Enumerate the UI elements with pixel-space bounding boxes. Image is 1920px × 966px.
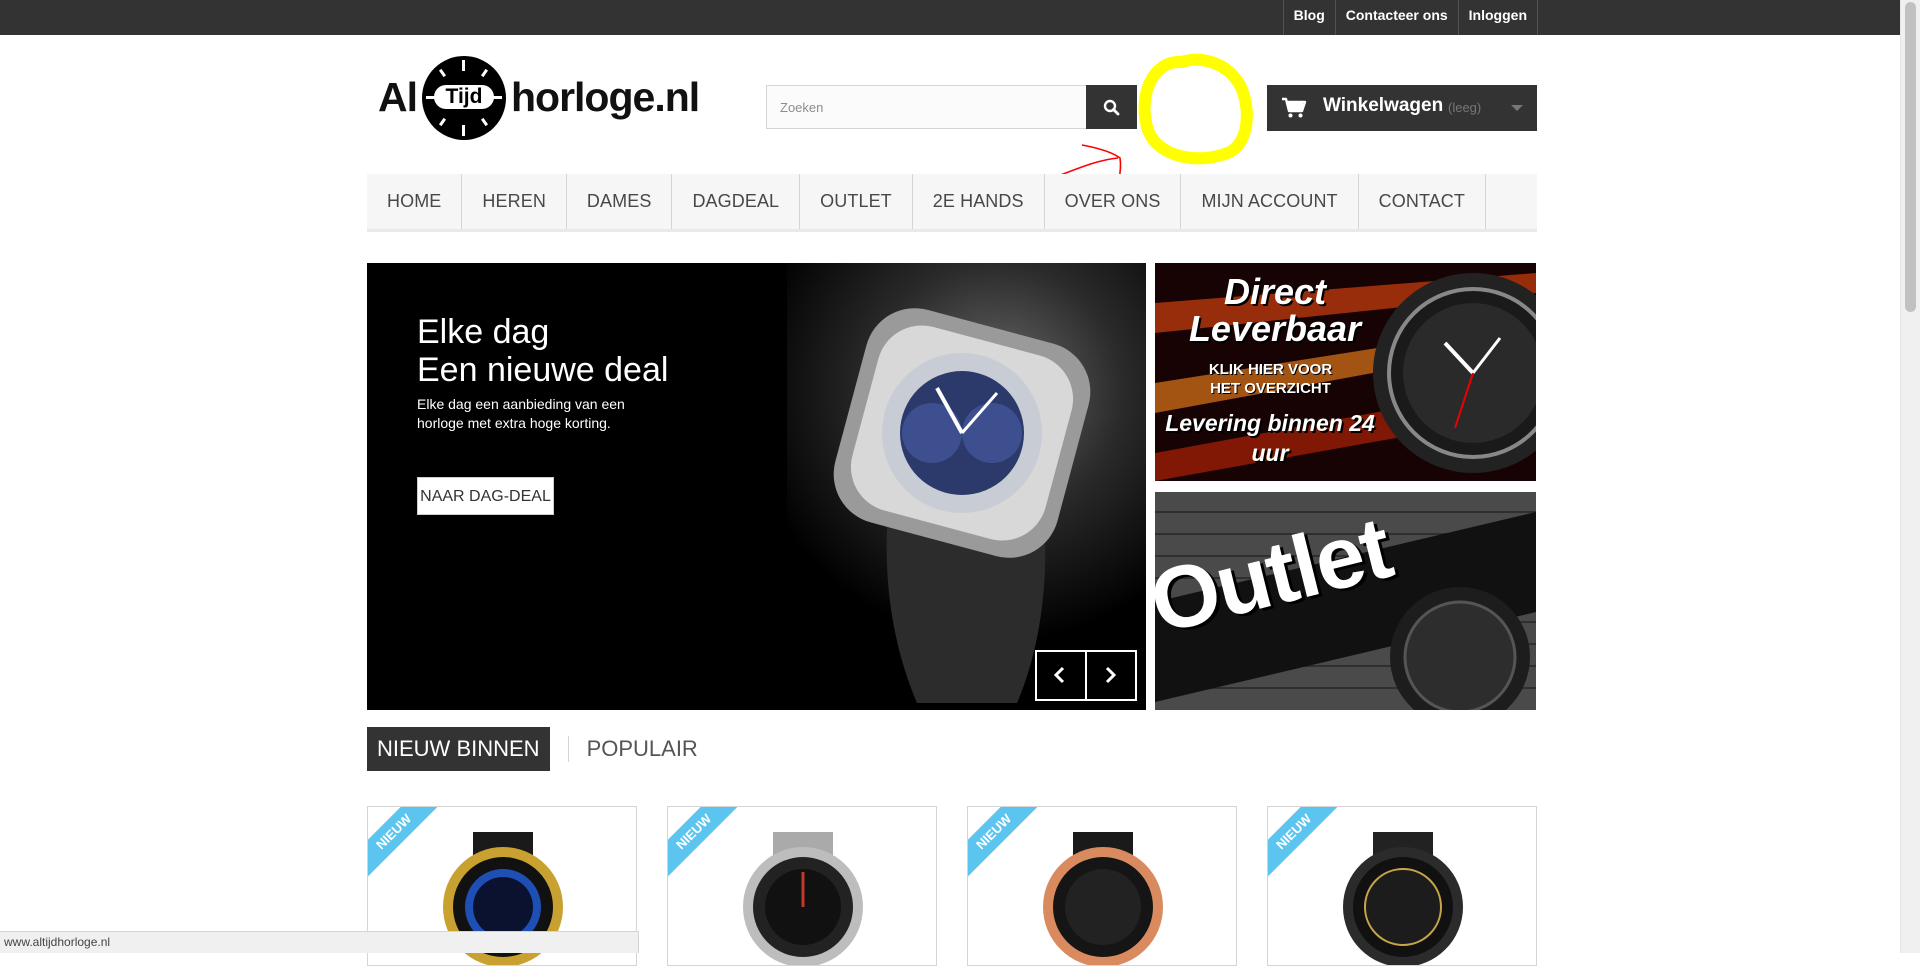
chevron-down-icon [1511,105,1523,111]
product-image [1043,832,1163,965]
slide-title-line2: Een nieuwe deal [417,351,669,389]
vertical-scrollbar[interactable] [1900,0,1920,953]
search-box [766,85,1093,129]
banner-direct-subtitle: KLIK HIER VOOR HET OVERZICHT [1208,361,1333,397]
product-card[interactable]: NIEUW [1267,806,1537,966]
new-badge: NIEUW [968,807,1040,879]
browser-status-bar: www.altijdhorloge.nl [0,931,639,953]
login-link[interactable]: Inloggen [1457,0,1538,35]
site-logo[interactable]: Al Tijd horloge.nl [378,54,708,144]
nav-item-mijn-account[interactable]: MIJN ACCOUNT [1181,174,1359,229]
logo-clock-label: Tijd [434,85,494,109]
product-card[interactable]: NIEUW [967,806,1237,966]
cart-status: (leeg) [1448,100,1482,115]
logo-text-part1: Al [378,74,418,120]
slide-title: Elke dag Een nieuwe deal [417,313,668,389]
cart-icon [1282,97,1307,118]
hero-slider[interactable]: Elke dag Een nieuwe deal Elke dag een aa… [367,263,1146,710]
main-nav: HOME HEREN DAMES DAGDEAL OUTLET 2E HANDS… [367,174,1537,232]
tab-nieuw-binnen[interactable]: NIEUW BINNEN [367,727,550,771]
slider-next-button[interactable] [1087,652,1135,699]
outlet-banner[interactable]: Outlet [1155,492,1536,710]
cart-button[interactable]: Winkelwagen (leeg) [1267,85,1537,131]
nav-item-over-ons[interactable]: OVER ONS [1045,174,1182,229]
nav-item-dames[interactable]: DAMES [567,174,673,229]
product-image [743,832,863,965]
product-card[interactable]: NIEUW [667,806,937,966]
top-links: Blog Contacteer ons Inloggen [1282,0,1538,35]
search-icon [1103,99,1120,116]
watch-image [833,308,1091,703]
banner-direct-delivery: Levering binnen 24 uur [1165,410,1375,466]
logo-text-part2: horloge.nl [511,74,700,120]
nav-item-2e-hands[interactable]: 2E HANDS [913,174,1045,229]
nav-item-outlet[interactable]: OUTLET [800,174,913,229]
new-badge: NIEUW [1268,807,1340,879]
cart-label: Winkelwagen [1323,95,1444,116]
product-image [1343,832,1463,965]
nav-item-dagdeal[interactable]: DAGDEAL [672,174,801,229]
contact-link[interactable]: Contacteer ons [1334,0,1458,35]
dagdeal-button[interactable]: NAAR DAG-DEAL [417,477,554,515]
chevron-left-icon [1053,666,1065,684]
nav-item-heren[interactable]: HEREN [462,174,567,229]
new-badge: NIEUW [368,807,440,879]
search-input[interactable] [767,86,1093,128]
product-tabs: NIEUW BINNEN POPULAIR [367,727,698,771]
slider-nav [1035,650,1137,701]
direct-leverbaar-banner[interactable]: Direct Leverbaar KLIK HIER VOOR HET OVER… [1155,263,1536,481]
scrollbar-thumb[interactable] [1905,2,1916,312]
nav-item-home[interactable]: HOME [367,174,463,229]
tab-populair[interactable]: POPULAIR [587,727,698,771]
slide-text: Elke dag een aanbieding van een horloge … [417,396,625,431]
slider-prev-button[interactable] [1037,652,1087,699]
tab-divider [567,736,569,762]
banner-direct-title: Direct Leverbaar [1188,271,1362,349]
nav-item-contact[interactable]: CONTACT [1359,174,1486,229]
new-badge: NIEUW [668,807,740,879]
chevron-right-icon [1105,666,1117,684]
top-bar: Blog Contacteer ons Inloggen [0,0,1901,35]
search-button[interactable] [1086,85,1137,129]
blog-link[interactable]: Blog [1282,0,1335,35]
clock-icon: Tijd [422,56,506,140]
yellow-circle-annotation [1138,53,1253,165]
slide-title-line1: Elke dag [417,313,550,351]
